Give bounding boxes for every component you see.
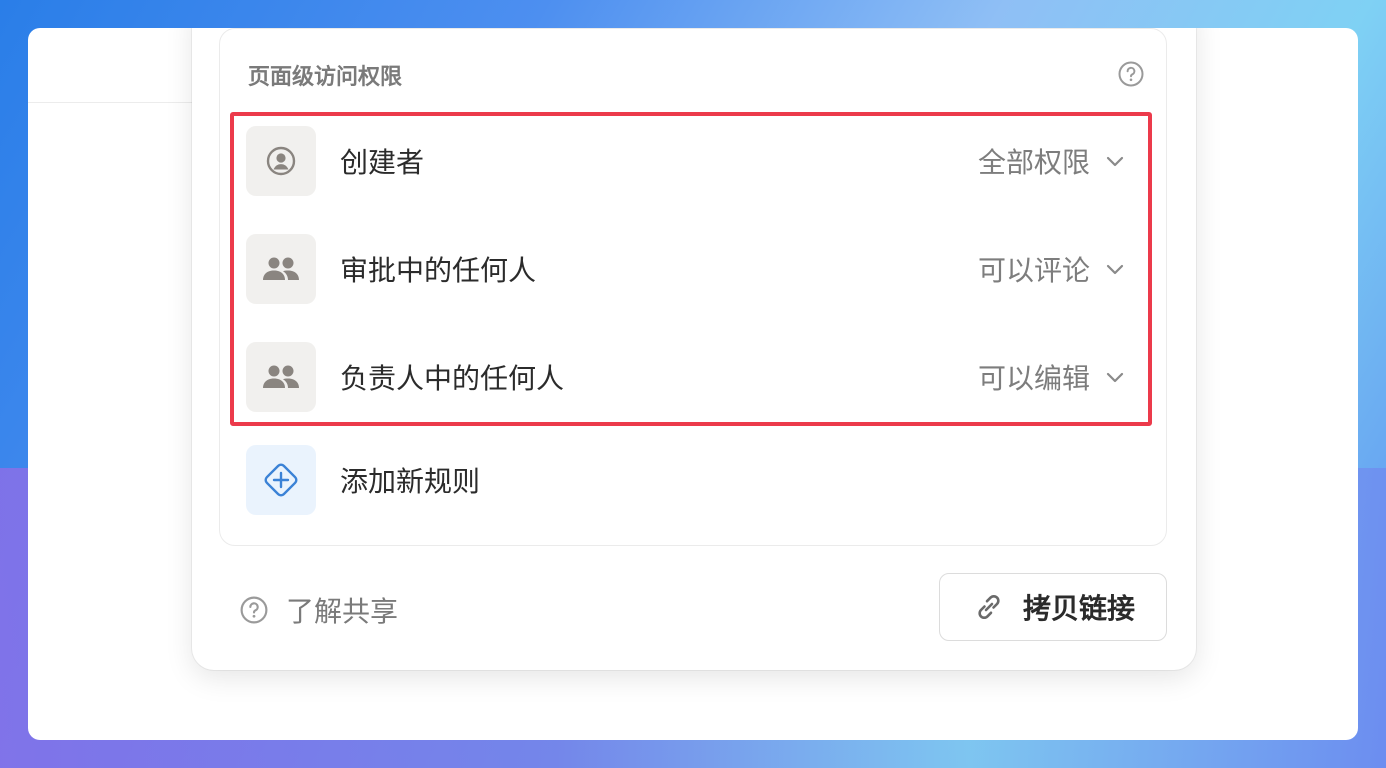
add-rule-button[interactable]: 添加新规则 [246,445,1126,515]
page-access-card: 页面级访问权限 创建者 全部权限 审批中的任何人 可以评论 负责人中的任何人 可… [219,28,1167,546]
highlight-box [230,112,1152,426]
share-panel: 页面级访问权限 创建者 全部权限 审批中的任何人 可以评论 负责人中的任何人 可… [192,28,1196,670]
copy-link-label: 拷贝链接 [1022,592,1135,625]
add-diamond-icon [264,463,298,497]
help-icon [240,596,268,624]
add-icon-box [246,445,316,515]
learn-sharing-link[interactable]: 了解共享 [240,590,398,630]
learn-sharing-label: 了解共享 [286,595,399,628]
divider [28,102,198,103]
add-rule-label: 添加新规则 [340,465,481,498]
app-window: 页面级访问权限 创建者 全部权限 审批中的任何人 可以评论 负责人中的任何人 可… [28,28,1358,740]
copy-link-button[interactable]: 拷贝链接 [939,573,1167,641]
help-icon[interactable] [1118,61,1144,87]
section-title: 页面级访问权限 [248,65,403,90]
link-icon [978,594,1000,620]
